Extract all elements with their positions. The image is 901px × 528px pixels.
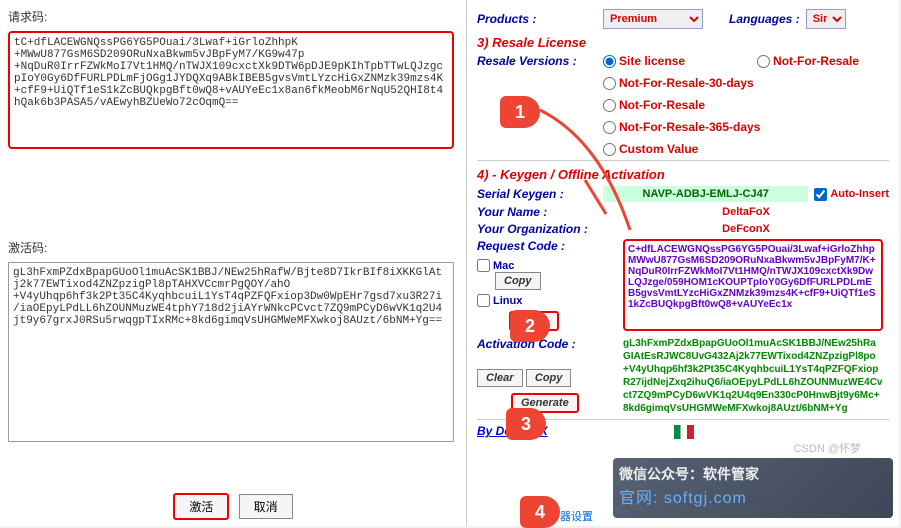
request-code-right-textarea[interactable]: C+dfLACEWGNQssPG6YG5POuai/3Lwaf+iGrloZhh… (623, 239, 883, 331)
step-4-badge: 4 (520, 496, 560, 528)
step-2-badge: 2 (510, 310, 550, 342)
serial-keygen-value[interactable]: NAVP-ADBJ-EMLJ-CJ47 (603, 186, 808, 202)
activation-code-label: 激活码: (8, 239, 458, 256)
radio-nfr-30[interactable]: Not-For-Resale-30-days (603, 76, 783, 90)
languages-label: Languages : (729, 12, 800, 26)
activation-code-right-value: gL3hFxmPZdxBpapGUoOl1muAcSK1BBJ/NEw25hRa… (623, 337, 883, 415)
copy-button-1[interactable]: Copy (495, 272, 541, 290)
serial-keygen-label: Serial Keygen : (477, 187, 597, 201)
activate-button[interactable]: 激活 (173, 493, 229, 520)
resale-versions-label: Resale Versions : (477, 54, 597, 68)
languages-select[interactable]: Sim (806, 9, 846, 29)
request-code-label: 请求码: (8, 8, 458, 25)
radio-nfr-2[interactable]: Not-For-Resale (603, 98, 705, 112)
watermark-panel: 微信公众号：软件管家 官网: softgj.com (613, 458, 893, 518)
cancel-button[interactable]: 取消 (239, 494, 293, 519)
clear-button-2[interactable]: Clear (477, 369, 523, 387)
your-org-value[interactable]: DeFconX (603, 223, 889, 235)
radio-custom-value[interactable]: Custom Value (603, 142, 698, 156)
csdn-watermark: CSDN @怀梦 (794, 440, 861, 456)
your-name-value[interactable]: DeltaFoX (603, 206, 889, 218)
your-org-label: Your Organization : (477, 222, 597, 236)
italy-flag-icon (674, 424, 694, 439)
footer-settings-link[interactable]: 器设置 (560, 508, 593, 524)
request-code-textarea[interactable]: tC+dfLACEWGNQssPG6YG5POuai/3Lwaf+iGrloZh… (8, 31, 454, 149)
watermark-line1: 微信公众号：软件管家 (619, 464, 887, 484)
radio-nfr-365[interactable]: Not-For-Resale-365-days (603, 120, 783, 134)
watermark-line2: 官网: softgj.com (619, 484, 887, 508)
radio-site-license[interactable]: Site license (603, 54, 685, 68)
step-3-badge: 3 (506, 408, 546, 440)
section-3-title: 3) Resale License (477, 35, 889, 50)
section-4-title: 4) - Keygen / Offline Activation (477, 167, 889, 182)
mac-checkbox[interactable]: Mac (477, 259, 617, 272)
radio-nfr[interactable]: Not-For-Resale (757, 54, 859, 68)
linux-checkbox[interactable]: Linux (477, 294, 617, 307)
step-1-badge: 1 (500, 96, 540, 128)
activation-code-textarea[interactable]: gL3hFxmPZdxBpapGUoOl1muAcSK1BBJ/NEw25hRa… (8, 262, 454, 442)
products-label: Products : (477, 12, 597, 26)
auto-insert-checkbox[interactable]: Auto-Insert (814, 188, 889, 201)
request-code-right-label: Request Code : (477, 239, 565, 253)
products-select[interactable]: Premium (603, 9, 703, 29)
copy-button-2[interactable]: Copy (526, 369, 572, 387)
your-name-label: Your Name : (477, 205, 597, 219)
